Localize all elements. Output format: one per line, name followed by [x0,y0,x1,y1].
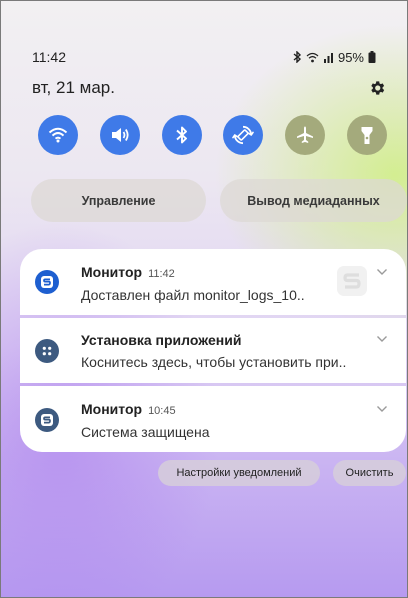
airplane-mode-tile[interactable] [285,115,325,155]
date-label: вт, 21 мар. [32,78,115,97]
battery-icon [368,51,376,63]
sound-tile[interactable] [100,115,140,155]
notification-settings-button[interactable]: Настройки уведомлений [158,460,320,486]
status-time: 11:42 [32,49,66,65]
flashlight-tile[interactable] [347,115,387,155]
battery-percent: 95% [337,49,364,65]
notification-title: Монитор 10:45 [81,401,176,417]
flashlight-icon [361,127,373,144]
media-output-button[interactable]: Вывод медиаданных [220,179,407,222]
date-row: вт, 21 мар. [32,76,388,100]
monitor-app-icon [35,270,59,294]
expand-chevron-icon[interactable] [376,335,388,343]
notification-monitor-protected[interactable]: Монитор 10:45 Система защищена [20,386,406,452]
status-bar: 11:42 95% [32,47,376,67]
auto-rotate-tile[interactable] [223,115,263,155]
wifi-tile[interactable] [38,115,78,155]
notification-text: Доставлен файл monitor_logs_10.. [81,287,305,303]
notification-app-install[interactable]: Установка приложений Коснитесь здесь, чт… [20,318,406,383]
status-indicators: 95% [293,50,376,65]
auto-rotate-icon [232,125,254,145]
notification-time: 11:42 [148,268,175,280]
settings-gear-icon[interactable] [366,77,388,99]
quick-settings [0,115,408,159]
notification-title: Монитор 11:42 [81,264,175,280]
expand-chevron-icon[interactable] [376,405,388,413]
airplane-icon [297,126,313,143]
device-control-button[interactable]: Управление [31,179,206,222]
notification-text: Система защищена [81,424,210,440]
wifi-icon [48,127,68,143]
app-installer-icon [35,339,59,363]
notification-monitor-file[interactable]: Монитор 11:42 Доставлен файл monitor_logs… [20,249,406,315]
volume-icon [112,128,129,142]
notification-time: 10:45 [148,405,176,417]
monitor-app-icon [35,408,59,432]
bluetooth-tile[interactable] [162,115,202,155]
expand-chevron-icon[interactable] [376,268,388,276]
notification-text: Коснитесь здесь, чтобы установить при.. [81,354,347,370]
notification-title: Установка приложений [81,332,242,348]
bluetooth-icon [293,51,302,63]
clear-notifications-button[interactable]: Очистить [333,460,406,486]
large-monitor-icon [337,266,367,296]
signal-icon [323,52,333,63]
bluetooth-tile-icon [176,126,187,144]
wifi-status-icon [306,52,319,62]
